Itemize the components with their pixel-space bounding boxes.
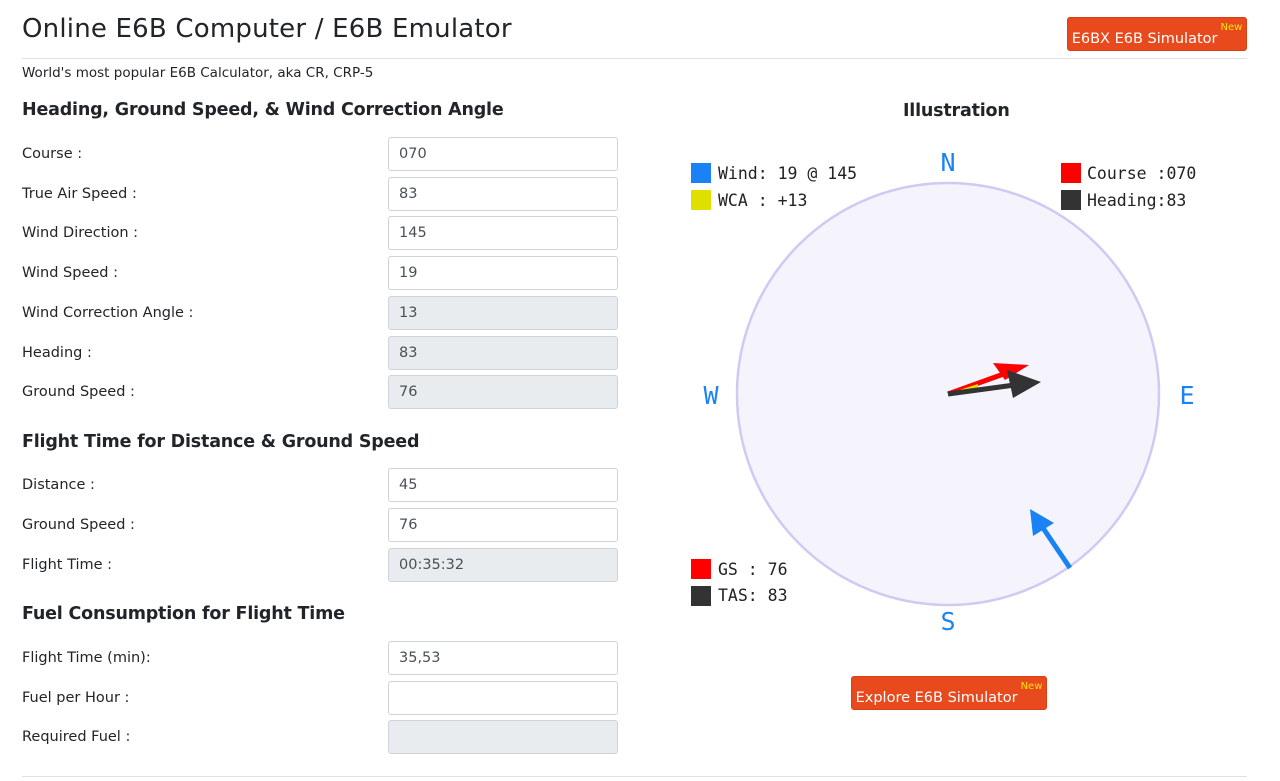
wind-speed-label: Wind Speed :	[22, 265, 118, 281]
course-legend-label: Course :070	[1087, 164, 1196, 183]
tas-legend-swatch	[691, 586, 711, 606]
wind-correction-angle-label: Wind Correction Angle :	[22, 305, 194, 321]
flight-time-label: Flight Time :	[22, 557, 113, 573]
compass-s-label: S	[940, 607, 955, 636]
wind-triangle-diagram: N E S W Wind: 19 @ 145 WCA : +13 Course …	[691, 148, 1196, 636]
illustration-title: Illustration	[903, 101, 1010, 121]
heading-output	[388, 336, 618, 370]
page-subtitle: World's most popular E6B Calculator, aka…	[22, 65, 374, 81]
compass-w-label: W	[703, 381, 719, 410]
gs-legend-swatch	[691, 559, 711, 579]
new-badge: New	[1020, 681, 1043, 692]
fuel-per-hour-label: Fuel per Hour :	[22, 690, 130, 706]
compass-e-label: E	[1179, 381, 1194, 410]
heading-legend-label: Heading:83	[1087, 191, 1186, 210]
course-label: Course :	[22, 146, 83, 162]
wind-legend-swatch	[691, 163, 711, 183]
required-fuel-output	[388, 720, 618, 754]
wind-speed-input[interactable]	[388, 256, 618, 290]
wind-correction-angle-output	[388, 296, 618, 330]
explore-simulator-button[interactable]: Explore E6B SimulatorNew	[851, 676, 1047, 710]
true-air-speed-label: True Air Speed :	[22, 186, 137, 202]
wind-direction-label: Wind Direction :	[22, 225, 139, 241]
time-section-title: Flight Time for Distance & Ground Speed	[22, 432, 420, 452]
compass-n-label: N	[940, 148, 955, 177]
required-fuel-label: Required Fuel :	[22, 729, 131, 745]
ground-speed-label: Ground Speed :	[22, 384, 135, 400]
heading-legend-swatch	[1061, 190, 1081, 210]
time-ground-speed-input[interactable]	[388, 508, 618, 542]
flight-time-min-input[interactable]	[388, 641, 618, 675]
flight-time-min-label: Flight Time (min):	[22, 650, 151, 666]
page-title: Online E6B Computer / E6B Emulator	[22, 14, 512, 44]
wca-legend-swatch	[691, 190, 711, 210]
fuel-per-hour-input[interactable]	[388, 681, 618, 715]
wind-direction-input[interactable]	[388, 216, 618, 250]
new-badge: New	[1220, 22, 1243, 33]
wind-section-title: Heading, Ground Speed, & Wind Correction…	[22, 100, 504, 120]
tas-legend-label: TAS: 83	[718, 586, 788, 605]
bottom-divider	[22, 776, 1247, 777]
true-air-speed-input[interactable]	[388, 177, 618, 211]
explore-simulator-button-label: Explore E6B Simulator	[855, 689, 1018, 706]
course-legend-swatch	[1061, 163, 1081, 183]
distance-input[interactable]	[388, 468, 618, 502]
e6bx-simulator-button[interactable]: E6BX E6B SimulatorNew	[1067, 17, 1247, 51]
gs-legend-label: GS : 76	[718, 560, 788, 579]
wind-legend-label: Wind: 19 @ 145	[718, 164, 857, 183]
course-input[interactable]	[388, 137, 618, 171]
distance-label: Distance :	[22, 477, 95, 493]
ground-speed-output	[388, 375, 618, 409]
e6bx-simulator-button-label: E6BX E6B Simulator	[1071, 30, 1218, 47]
heading-label: Heading :	[22, 345, 92, 361]
flight-time-output	[388, 548, 618, 582]
title-divider	[22, 58, 1247, 59]
wca-legend-label: WCA : +13	[718, 191, 807, 210]
time-ground-speed-label: Ground Speed :	[22, 517, 135, 533]
fuel-section-title: Fuel Consumption for Flight Time	[22, 604, 345, 624]
